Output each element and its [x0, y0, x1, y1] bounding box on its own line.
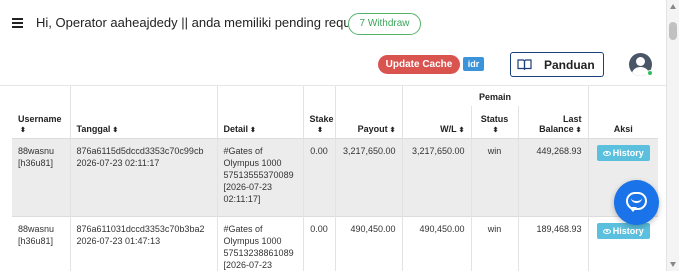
- scroll-up-arrow-icon[interactable]: [670, 4, 676, 9]
- cell-username: 88wasnu [h36u81]: [12, 137, 71, 216]
- sort-icon: ⬍: [458, 126, 465, 134]
- cell-status: win: [471, 215, 519, 271]
- eye-icon: [602, 228, 611, 234]
- col-username[interactable]: Username ⬍: [12, 106, 71, 139]
- col-detail[interactable]: Detail ⬍: [217, 106, 304, 139]
- cell-stake: 0.00: [303, 215, 336, 271]
- cell-tanggal: 876a6115d5dccd3353c70c99cb 2026-07-23 02:…: [70, 137, 218, 216]
- scroll-down-arrow-icon[interactable]: [670, 262, 676, 267]
- sort-icon: ⬍: [492, 126, 499, 134]
- col-payout[interactable]: Payout ⬍: [335, 106, 403, 139]
- cell-payout: 3,217,650.00: [335, 137, 403, 216]
- col-status[interactable]: Status ⬍: [471, 106, 519, 139]
- guide-button[interactable]: Panduan: [510, 52, 604, 77]
- history-button[interactable]: History: [596, 144, 650, 161]
- cell-tanggal: 876a611031dccd3353c70b3ba2 2026-07-23 01:…: [70, 215, 218, 271]
- cell-wl: 3,217,650.00: [402, 137, 472, 216]
- col-last-balance[interactable]: Last Balance ⬍: [518, 106, 589, 139]
- page-scrollbar[interactable]: [666, 0, 679, 271]
- history-button[interactable]: History: [596, 222, 650, 239]
- guide-label: Panduan: [544, 58, 595, 72]
- sort-icon: ⬍: [112, 126, 119, 134]
- cell-stake: 0.00: [303, 137, 336, 216]
- chat-button[interactable]: [614, 180, 659, 225]
- col-aksi: Aksi: [588, 106, 658, 139]
- cell-last-balance: 449,268.93: [518, 137, 589, 216]
- sort-icon: ⬍: [317, 126, 323, 134]
- sort-icon: ⬍: [389, 126, 396, 134]
- update-cache-button[interactable]: Update Cache: [378, 55, 460, 74]
- table-row: 88wasnu [h36u81] 876a6115d5dccd3353c70c9…: [12, 137, 658, 216]
- eye-icon: [602, 150, 611, 156]
- cell-payout: 490,450.00: [335, 215, 403, 271]
- online-status-dot: [647, 70, 653, 76]
- col-wl[interactable]: W/L ⬍: [402, 106, 472, 139]
- table-row: 88wasnu [h36u81] 876a611031dccd3353c70b3…: [12, 215, 658, 271]
- cell-status: win: [471, 137, 519, 216]
- currency-badge: idr: [463, 57, 484, 71]
- cell-detail: #Gates of Olympus 1000 57513555370089 [2…: [217, 137, 304, 216]
- book-icon: [517, 59, 532, 70]
- group-header-pemain: Pemain: [402, 86, 589, 106]
- cell-username: 88wasnu [h36u81]: [12, 215, 71, 271]
- hamburger-icon[interactable]: [12, 18, 23, 28]
- scroll-thumb[interactable]: [669, 22, 677, 40]
- col-tanggal[interactable]: Tanggal ⬍: [70, 106, 218, 139]
- greeting-text: Hi, Operator aaheajdedy || anda memiliki…: [36, 15, 372, 30]
- sort-icon: ⬍: [250, 126, 256, 134]
- sort-icon: ⬍: [20, 126, 26, 134]
- pending-withdraw-pill[interactable]: 7 Withdraw: [348, 13, 421, 35]
- col-stake[interactable]: Stake ⬍: [303, 106, 336, 139]
- cell-detail: #Gates of Olympus 1000 57513238861089 [2…: [217, 215, 304, 271]
- transactions-table: Pemain Username ⬍ Tanggal ⬍ Detail ⬍ Stake ⬍…: [12, 86, 658, 271]
- sort-icon: ⬍: [575, 126, 582, 134]
- cell-last-balance: 189,468.93: [518, 215, 589, 271]
- cell-wl: 490,450.00: [402, 215, 472, 271]
- top-bar: Hi, Operator aaheajdedy || anda memiliki…: [0, 0, 666, 86]
